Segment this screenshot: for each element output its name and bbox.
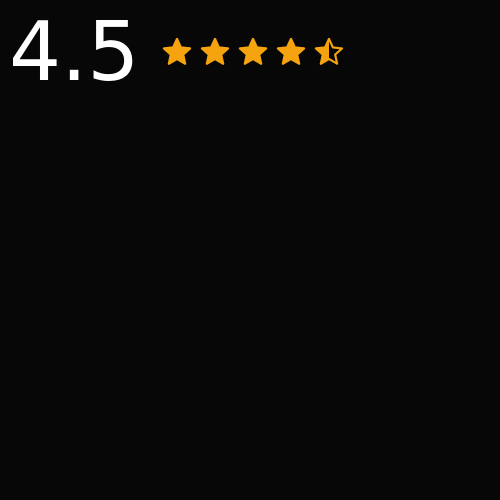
star-filled-icon bbox=[201, 37, 230, 65]
star-filled-icon bbox=[239, 37, 268, 65]
star-filled-icon bbox=[163, 37, 192, 65]
star-rating bbox=[161, 36, 345, 68]
star-filled-icon bbox=[277, 37, 306, 65]
rating-display: 4.5 bbox=[9, 5, 345, 100]
star-half-icon bbox=[315, 37, 344, 65]
rating-value: 4.5 bbox=[9, 5, 140, 100]
